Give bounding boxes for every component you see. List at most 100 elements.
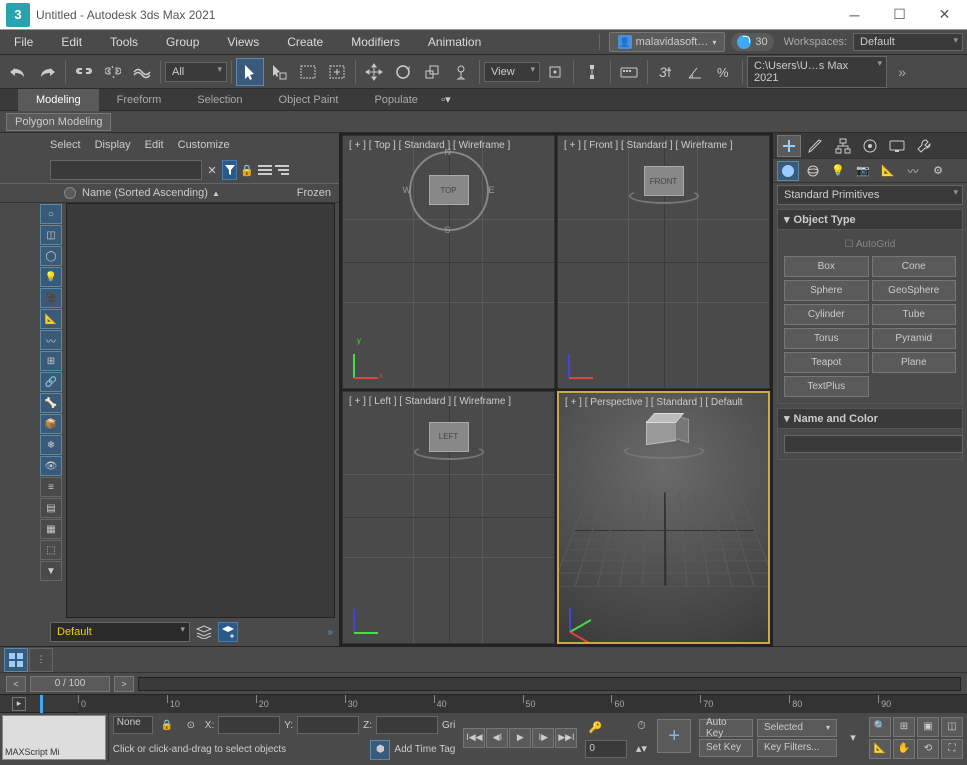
x-input[interactable] (218, 716, 280, 734)
key-dd-icon[interactable]: ▾ (843, 728, 863, 748)
explorer-expand-icon[interactable]: » (327, 627, 333, 638)
ribbon-tab-selection[interactable]: Selection (179, 89, 260, 111)
viewport-top-label[interactable]: [ + ] [ Top ] [ Standard ] [ Wireframe ] (349, 140, 510, 151)
viewport-layout-add-icon[interactable]: ⋮ (29, 648, 53, 672)
subtab-polygon-modeling[interactable]: Polygon Modeling (6, 113, 111, 131)
undo-button[interactable] (4, 58, 32, 86)
select-object-button[interactable] (236, 58, 264, 86)
filter-xrefs-icon[interactable]: 🔗 (40, 372, 62, 392)
cameras-subtab[interactable]: 📷 (852, 161, 874, 181)
ribbon-tab-freeform[interactable]: Freeform (99, 89, 180, 111)
isolate-icon[interactable]: ⊙ (181, 715, 201, 735)
select-scale-button[interactable] (418, 58, 446, 86)
filter-helpers-icon[interactable]: 📐 (40, 309, 62, 329)
filter-lights-icon[interactable]: 💡 (40, 267, 62, 287)
goto-start-button[interactable]: I◀◀ (463, 728, 485, 748)
filter-shapes-icon[interactable]: ◯ (40, 246, 62, 266)
close-button[interactable]: ✕ (922, 0, 967, 30)
filter-all-icon[interactable]: ○ (40, 204, 62, 224)
filter-off-1-icon[interactable]: ≡ (40, 477, 62, 497)
motion-tab[interactable] (858, 135, 882, 157)
maximize-button[interactable]: ☐ (877, 0, 922, 30)
maxscript-mini-listener[interactable]: MAXScript Mi (2, 715, 106, 760)
key-mode-icon[interactable]: 🔑 (585, 718, 605, 738)
prev-frame-button[interactable]: ◀I (486, 728, 508, 748)
filter-geometry-icon[interactable]: ◫ (40, 225, 62, 245)
modify-tab[interactable] (804, 135, 828, 157)
obj-cylinder[interactable]: Cylinder (784, 304, 869, 325)
filter-off-5-icon[interactable]: ▼ (40, 561, 62, 581)
viewport-left[interactable]: [ + ] [ Left ] [ Standard ] [ Wireframe … (342, 391, 555, 645)
fov-button[interactable]: 📐 (869, 739, 891, 759)
filter-frozen-icon[interactable]: ❄ (40, 435, 62, 455)
project-path-select[interactable]: C:\Users\U…s Max 2021 (747, 56, 887, 88)
menu-create[interactable]: Create (273, 30, 337, 55)
lock-icon[interactable]: 🔒 (240, 160, 254, 180)
spacewarps-subtab[interactable]: 〰 (902, 161, 924, 181)
menu-file[interactable]: File (0, 30, 47, 55)
ref-coord-select[interactable]: View (484, 62, 540, 82)
obj-plane[interactable]: Plane (872, 352, 957, 373)
layer-add-icon[interactable] (218, 622, 238, 642)
ribbon-collapse-button[interactable]: ▫▾ (436, 91, 456, 109)
filter-bones-icon[interactable]: 🦴 (40, 393, 62, 413)
ribbon-tab-modeling[interactable]: Modeling (18, 89, 99, 111)
current-frame-spin[interactable]: 0 (585, 740, 627, 758)
select-move-button[interactable] (360, 58, 388, 86)
pivot-center-button[interactable] (541, 58, 569, 86)
obj-textplus[interactable]: TextPlus (784, 376, 869, 397)
hierarchy-tab[interactable] (831, 135, 855, 157)
workspace-select[interactable]: Default (853, 33, 963, 51)
zoom-all-button[interactable]: ⊞ (893, 717, 915, 737)
viewport-persp-label[interactable]: [ + ] [ Perspective ] [ Standard ] [ Def… (565, 397, 743, 408)
snap-toggle-button[interactable]: 3 (652, 58, 680, 86)
menu-modifiers[interactable]: Modifiers (337, 30, 414, 55)
filter-off-2-icon[interactable]: ▤ (40, 498, 62, 518)
selection-lock-icon[interactable]: 🔒 (157, 715, 177, 735)
viewcube-front[interactable]: FRONT (644, 166, 684, 196)
lights-subtab[interactable]: 💡 (827, 161, 849, 181)
filter-off-3-icon[interactable]: ▦ (40, 519, 62, 539)
selection-filter-select[interactable]: All (165, 62, 227, 82)
category-select[interactable]: Standard Primitives (777, 185, 963, 205)
systems-subtab[interactable]: ⚙ (927, 161, 949, 181)
filter-groups-icon[interactable]: ⊞ (40, 351, 62, 371)
track-bar[interactable]: ▸ 0102030405060708090100 (0, 694, 967, 712)
clear-search-icon[interactable]: ✕ (205, 160, 219, 180)
viewport-perspective[interactable]: [ + ] [ Perspective ] [ Standard ] [ Def… (557, 391, 770, 645)
geometry-subtab[interactable] (777, 161, 799, 181)
y-input[interactable] (297, 716, 359, 734)
explorer-search-input[interactable] (50, 160, 202, 180)
account-chip[interactable]: 👤 malavidasoft… ▾ (609, 32, 726, 52)
time-remaining-chip[interactable]: 30 (731, 33, 773, 51)
layer-stack-icon[interactable] (194, 622, 214, 642)
obj-geosphere[interactable]: GeoSphere (872, 280, 957, 301)
namecolor-rollout-head[interactable]: ▾Name and Color (777, 408, 963, 429)
spinner-icon[interactable]: ▴▾ (631, 739, 651, 759)
link-button[interactable] (70, 58, 98, 86)
angle-snap-button[interactable] (681, 58, 709, 86)
menu-group[interactable]: Group (152, 30, 213, 55)
filter-off-4-icon[interactable]: ⬚ (40, 540, 62, 560)
select-place-button[interactable] (447, 58, 475, 86)
viewport-front[interactable]: [ + ] [ Front ] [ Standard ] [ Wireframe… (557, 135, 770, 389)
compass-s[interactable]: S (445, 225, 451, 235)
obj-tube[interactable]: Tube (872, 304, 957, 325)
next-frame-button[interactable]: I▶ (532, 728, 554, 748)
view-hierarchy-icon[interactable] (275, 160, 289, 180)
zoom-extents-all-button[interactable]: ◫ (941, 717, 963, 737)
time-slider-track[interactable] (138, 677, 961, 691)
zoom-extents-button[interactable]: ▣ (917, 717, 939, 737)
select-manipulate-button[interactable] (578, 58, 606, 86)
add-time-tag[interactable]: Add Time Tag (394, 744, 455, 755)
filter-selection-icon[interactable] (222, 160, 237, 180)
maximize-viewport-button[interactable]: ⛶ (941, 739, 963, 759)
obj-pyramid[interactable]: Pyramid (872, 328, 957, 349)
autogrid-checkbox[interactable]: ☐ AutoGrid (784, 236, 956, 256)
explorer-tree[interactable] (66, 203, 335, 618)
obj-torus[interactable]: Torus (784, 328, 869, 349)
select-by-name-button[interactable] (265, 58, 293, 86)
viewcube-top[interactable]: TOP (429, 175, 469, 205)
explorer-header[interactable]: Name (Sorted Ascending)▲ Frozen (0, 183, 339, 203)
view-flat-icon[interactable] (257, 160, 271, 180)
